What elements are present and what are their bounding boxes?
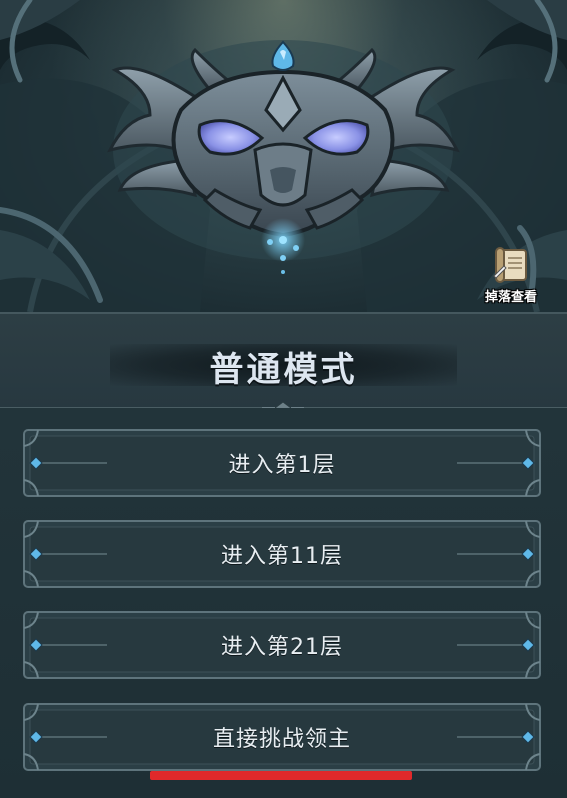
dungeon-mode-screen: 掉落查看 普通模式 进入第1层 进入第11层 进入第21层 直接挑战领主 — [0, 0, 567, 798]
enter-floor-21-button[interactable]: 进入第21层 — [22, 610, 542, 680]
scroll-icon — [493, 247, 527, 283]
enter-floor-11-label: 进入第11层 — [221, 544, 343, 569]
challenge-lord-button[interactable]: 直接挑战领主 — [22, 702, 542, 772]
mode-header: 普通模式 — [0, 312, 567, 415]
highlight-underline — [150, 771, 412, 780]
challenge-lord-label: 直接挑战领主 — [212, 727, 351, 752]
mode-title: 普通模式 — [209, 350, 358, 390]
loot-view-button[interactable]: 掉落查看 — [476, 246, 546, 308]
enter-floor-21-label: 进入第21层 — [221, 635, 343, 660]
enter-floor-1-label: 进入第1层 — [228, 453, 336, 478]
loot-view-label: 掉落查看 — [484, 290, 537, 305]
enter-floor-1-button[interactable]: 进入第1层 — [22, 428, 542, 498]
enter-floor-11-button[interactable]: 进入第11层 — [22, 519, 542, 589]
boss-artwork-area: 掉落查看 — [0, 0, 567, 312]
